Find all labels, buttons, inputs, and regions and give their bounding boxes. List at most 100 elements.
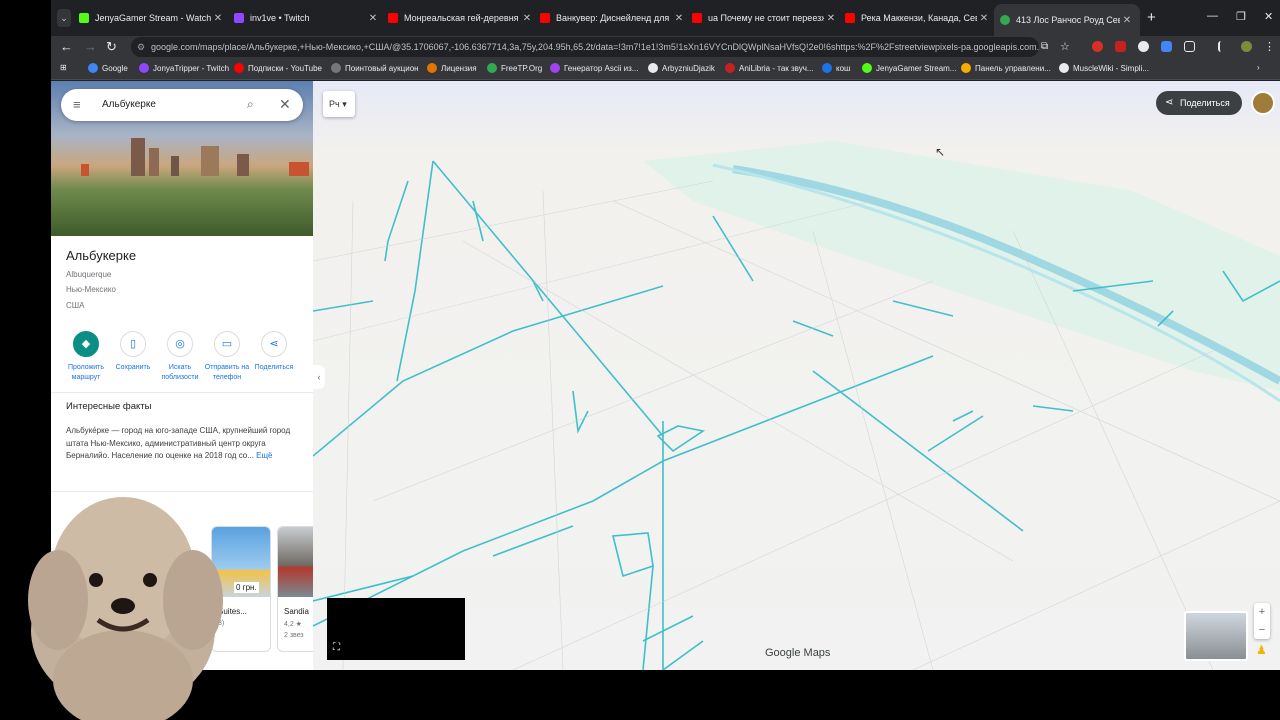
zoom-in-icon[interactable]: + xyxy=(1254,603,1270,621)
pegman-icon[interactable]: ♟ xyxy=(1256,643,1268,661)
bookmark-label: кош xyxy=(836,63,851,73)
youtube-icon xyxy=(540,13,550,23)
place-country: США xyxy=(66,301,85,310)
bookmark-kosh[interactable]: кош xyxy=(822,63,850,73)
extensions-puzzle-icon[interactable] xyxy=(1184,41,1195,52)
url-text: google.com/maps/place/Альбукерке,+Нью-Ме… xyxy=(151,42,1039,52)
more-bookmarks-icon[interactable]: › xyxy=(1257,63,1260,72)
tab-strip: ⌄ JenyaGamer Stream - Watch Liv ✕ inv1ve… xyxy=(51,0,1280,36)
panel-icon xyxy=(961,63,971,73)
anilibria-icon xyxy=(725,63,735,73)
clear-search-icon[interactable]: ✕ xyxy=(279,96,291,113)
tab-twitch[interactable]: inv1ve • Twitch ✕ xyxy=(234,8,380,28)
youtube-icon xyxy=(388,13,398,23)
action-label: Проложить маршрут xyxy=(67,364,105,381)
tab-title: Ванкувер: Диснейленд для на xyxy=(556,13,672,23)
search-input[interactable]: Альбукерке xyxy=(102,99,156,110)
search-box[interactable]: ≡ Альбукерке ⌕ ✕ xyxy=(61,89,303,121)
layer-type-button[interactable]: Рч ▾ xyxy=(323,91,355,117)
bookmark-arbyzniu[interactable]: ArbyzniuDjazik xyxy=(648,63,715,73)
ublock-icon[interactable] xyxy=(1115,41,1126,52)
tab-search-button[interactable]: ⌄ xyxy=(57,9,71,27)
menu-icon[interactable]: ≡ xyxy=(73,97,81,112)
tab-google-maps[interactable]: 413 Лос Ранчос Роуд Северо ✕ xyxy=(994,4,1140,36)
bookmark-label: Подписки - YouTube xyxy=(248,63,323,73)
fullscreen-icon[interactable]: ⛶ xyxy=(333,642,340,653)
share-label: Поделиться xyxy=(1180,98,1230,108)
map-3d-view[interactable] xyxy=(313,81,1280,670)
facts-more-link[interactable]: Ещё xyxy=(256,451,272,460)
forward-icon[interactable]: → xyxy=(84,39,97,54)
bookmark-license[interactable]: Лицензия xyxy=(427,63,477,73)
reload-icon[interactable]: ↻ xyxy=(106,39,117,55)
close-icon[interactable]: ✕ xyxy=(211,13,225,24)
browser-menu-icon[interactable]: ⋮ xyxy=(1264,40,1275,53)
zoom-out-icon[interactable]: − xyxy=(1254,621,1270,639)
extension-icon[interactable] xyxy=(1092,41,1103,52)
profile-avatar[interactable] xyxy=(1241,41,1252,52)
address-bar[interactable]: ⚙ google.com/maps/place/Альбукерке,+Нью-… xyxy=(131,37,1039,57)
collapse-sidebar-button[interactable]: ‹ xyxy=(313,365,325,389)
bookmark-anilibria[interactable]: AniLibria - так звуч... xyxy=(725,63,814,73)
tab-title: Река Маккензи, Канада, Север xyxy=(861,13,977,23)
bookmark-ascii[interactable]: Генератор Ascii из... xyxy=(550,63,638,73)
zoom-controls[interactable]: + − xyxy=(1254,603,1270,639)
share-icon: ⋖ xyxy=(1165,97,1174,108)
kosh-icon xyxy=(822,63,832,73)
send-to-phone-button[interactable]: ▭ Отправить на телефон xyxy=(202,331,252,383)
close-icon[interactable]: ✕ xyxy=(366,13,380,24)
share-map-button[interactable]: ⋖ Поделиться xyxy=(1156,91,1242,115)
close-window-icon[interactable]: ✕ xyxy=(1264,10,1273,23)
close-icon[interactable]: ✕ xyxy=(520,13,534,24)
directions-button[interactable]: ◆ Проложить маршрут xyxy=(61,331,111,383)
street-view-thumbnail[interactable] xyxy=(1184,611,1248,661)
account-avatar[interactable] xyxy=(1251,91,1275,115)
hotel-card[interactable]: Sandia 4,2 ★ 2 звез xyxy=(277,526,313,652)
close-icon[interactable]: ✕ xyxy=(672,13,686,24)
map-canvas[interactable]: Рч ▾ ⋖ Поделиться ⛶ Google Maps + − ♟ ↖ xyxy=(313,81,1280,670)
tab-youtube-mackenzie[interactable]: Река Маккензи, Канада, Север ✕ xyxy=(845,8,991,28)
extension-icon[interactable] xyxy=(1138,41,1149,52)
reading-list-icon[interactable] xyxy=(1218,41,1229,52)
search-icon[interactable]: ⌕ xyxy=(247,97,254,112)
back-icon[interactable]: ← xyxy=(60,39,73,54)
facts-text: Альбуке́рке — город на юго-западе США, к… xyxy=(66,425,298,463)
save-button[interactable]: ▯ Сохранить xyxy=(108,331,158,373)
restore-icon[interactable]: ❐ xyxy=(1236,10,1246,23)
share-place-button[interactable]: ⋖ Поделиться xyxy=(249,331,299,373)
hotel-class: 2 звез xyxy=(284,632,304,639)
close-icon[interactable]: ✕ xyxy=(824,13,838,24)
bookmark-auction[interactable]: Поинтовый аукцион xyxy=(331,63,419,73)
share-icon: ⋖ xyxy=(261,331,287,357)
browser-toolbar: ← → ↻ ⚙ google.com/maps/place/Альбукерке… xyxy=(51,36,1280,58)
hotel-rating: 4,2 ★ xyxy=(284,621,302,628)
bookmark-label: Поинтовый аукцион xyxy=(345,63,419,73)
license-icon xyxy=(427,63,437,73)
close-icon[interactable]: ✕ xyxy=(977,13,991,24)
close-icon[interactable]: ✕ xyxy=(1120,15,1134,26)
install-app-icon[interactable]: ⧉ xyxy=(1041,41,1048,52)
bookmark-freetp[interactable]: FreeTP.Org xyxy=(487,63,542,73)
minimap-panel[interactable]: ⛶ xyxy=(327,598,465,660)
site-info-icon[interactable]: ⚙ xyxy=(137,37,145,57)
twitch-icon xyxy=(234,13,244,23)
bookmark-youtube[interactable]: Подписки - YouTube xyxy=(234,63,322,73)
new-tab-button[interactable]: + xyxy=(1147,9,1156,26)
nearby-button[interactable]: ◎ Искать поблизости xyxy=(155,331,205,383)
tab-youtube-vancouver[interactable]: Ванкувер: Диснейленд для на ✕ xyxy=(540,8,686,28)
bookmark-star-icon[interactable]: ☆ xyxy=(1060,40,1070,53)
bookmark-google[interactable]: Google xyxy=(88,63,128,73)
bookmark-jonyatripper[interactable]: JonyaTripper - Twitch xyxy=(139,63,229,73)
tab-youtube-montreal[interactable]: Монреальская гей-деревня (т ✕ xyxy=(388,8,534,28)
bookmark-panel[interactable]: Панель управлени... xyxy=(961,63,1051,73)
tab-youtube-move[interactable]: ua Почему не стоит переезжа ✕ xyxy=(692,8,838,28)
tab-jenyagamer[interactable]: JenyaGamer Stream - Watch Liv ✕ xyxy=(79,8,225,28)
bookmark-label: Лицензия xyxy=(441,63,477,73)
bookmark-jenyagamer[interactable]: JenyaGamer Stream... xyxy=(862,63,956,73)
place-title: Альбукерке xyxy=(66,248,137,263)
kick-icon xyxy=(79,13,89,23)
translate-icon[interactable] xyxy=(1161,41,1172,52)
apps-grid-icon[interactable]: ⊞ xyxy=(60,63,67,72)
bookmark-musclewiki[interactable]: MuscleWiki - Simpli... xyxy=(1059,63,1149,73)
minimize-icon[interactable]: — xyxy=(1207,10,1218,22)
